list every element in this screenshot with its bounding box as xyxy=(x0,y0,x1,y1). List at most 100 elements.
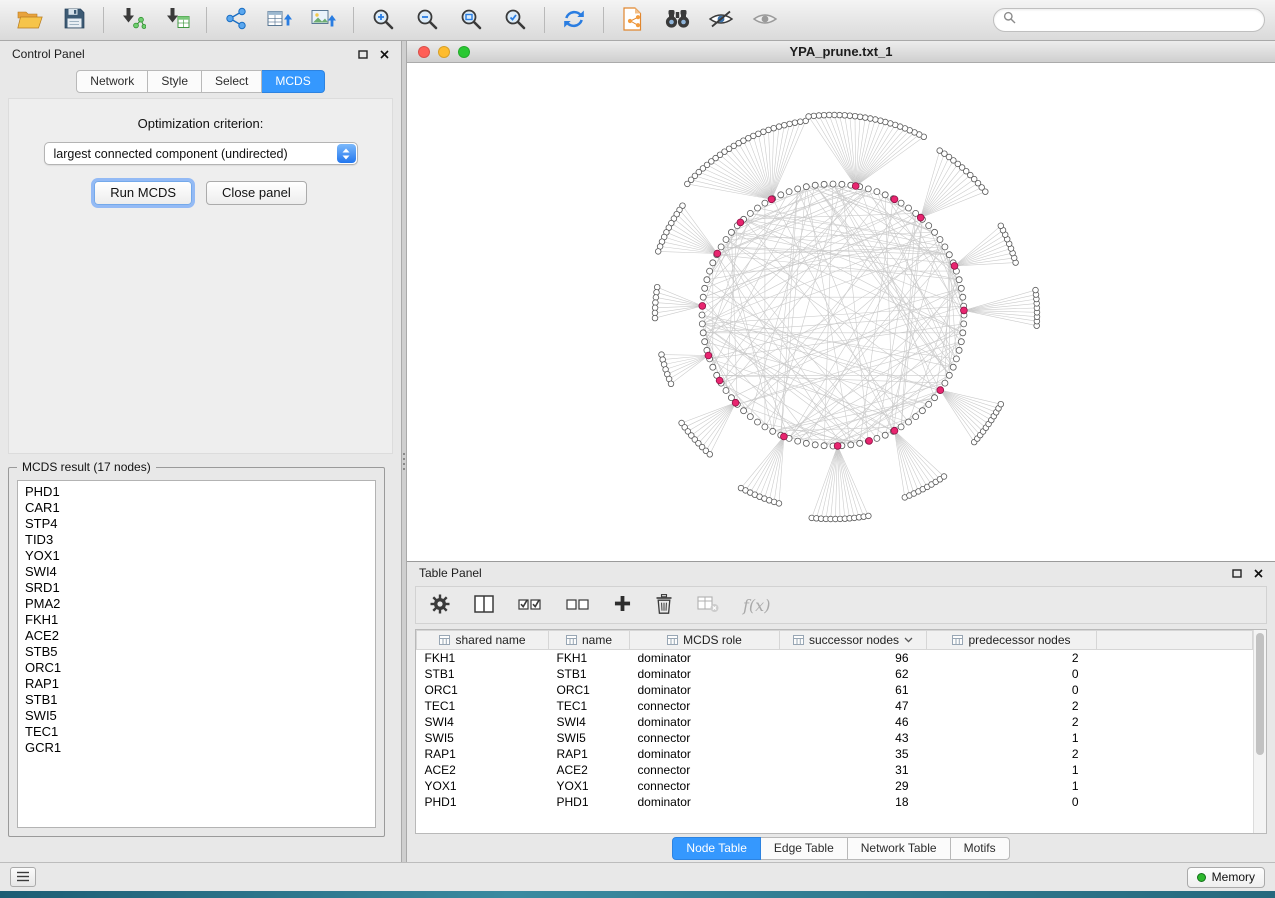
cell-shared-name[interactable]: SWI4 xyxy=(417,714,549,730)
delete-column-button[interactable] xyxy=(655,594,673,617)
cell-mcds-role[interactable]: dominator xyxy=(630,666,780,682)
cell-name[interactable]: YOX1 xyxy=(549,778,630,794)
table-settings-button[interactable] xyxy=(430,594,450,617)
dominator-node[interactable] xyxy=(951,263,958,270)
cell-predecessor-nodes[interactable]: 2 xyxy=(927,746,1097,762)
cell-mcds-role[interactable]: connector xyxy=(630,730,780,746)
cell-name[interactable]: STB1 xyxy=(549,666,630,682)
cell-name[interactable]: SWI4 xyxy=(549,714,630,730)
tab-style[interactable]: Style xyxy=(148,70,202,93)
mcds-result-item[interactable]: PMA2 xyxy=(25,596,368,612)
table-row[interactable]: FKH1FKH1dominator962 xyxy=(417,650,1253,666)
cell-successor-nodes[interactable]: 31 xyxy=(780,762,927,778)
cell-predecessor-nodes[interactable]: 1 xyxy=(927,778,1097,794)
cell-predecessor-nodes[interactable]: 1 xyxy=(927,730,1097,746)
mcds-result-item[interactable]: STP4 xyxy=(25,516,368,532)
cell-successor-nodes[interactable]: 47 xyxy=(780,698,927,714)
mcds-result-item[interactable]: ORC1 xyxy=(25,660,368,676)
cell-successor-nodes[interactable]: 29 xyxy=(780,778,927,794)
column-header-name[interactable]: name xyxy=(549,631,630,650)
cell-mcds-role[interactable]: connector xyxy=(630,778,780,794)
column-header-predecessor-nodes[interactable]: predecessor nodes xyxy=(927,631,1097,650)
cell-shared-name[interactable]: STB1 xyxy=(417,666,549,682)
dominator-node[interactable] xyxy=(781,433,788,440)
cell-predecessor-nodes[interactable]: 2 xyxy=(927,650,1097,666)
mcds-result-item[interactable]: SRD1 xyxy=(25,580,368,596)
cell-successor-nodes[interactable]: 62 xyxy=(780,666,927,682)
status-menu-button[interactable] xyxy=(10,867,36,887)
import-table-button[interactable] xyxy=(157,4,197,37)
mcds-result-item[interactable]: RAP1 xyxy=(25,676,368,692)
tab-edge-table[interactable]: Edge Table xyxy=(761,837,848,860)
find-button[interactable] xyxy=(657,4,697,37)
cell-successor-nodes[interactable]: 61 xyxy=(780,682,927,698)
network-canvas[interactable] xyxy=(407,63,1275,561)
cell-mcds-role[interactable]: dominator xyxy=(630,650,780,666)
mcds-result-item[interactable]: FKH1 xyxy=(25,612,368,628)
select-all-button[interactable] xyxy=(518,595,542,616)
cell-predecessor-nodes[interactable]: 0 xyxy=(927,794,1097,810)
table-row[interactable]: YOX1YOX1connector291 xyxy=(417,778,1253,794)
tab-select[interactable]: Select xyxy=(202,70,262,93)
table-row[interactable]: RAP1RAP1dominator352 xyxy=(417,746,1253,762)
apply-layout-button[interactable] xyxy=(554,4,594,37)
cell-predecessor-nodes[interactable]: 0 xyxy=(927,682,1097,698)
show-all-button[interactable] xyxy=(745,4,785,37)
deselect-all-button[interactable] xyxy=(566,595,590,616)
close-window-button[interactable] xyxy=(418,46,430,58)
cell-shared-name[interactable]: YOX1 xyxy=(417,778,549,794)
dominator-node[interactable] xyxy=(917,214,924,221)
mcds-result-item[interactable]: STB5 xyxy=(25,644,368,660)
export-network-button[interactable] xyxy=(216,4,256,37)
dominator-node[interactable] xyxy=(705,352,712,359)
cell-successor-nodes[interactable]: 43 xyxy=(780,730,927,746)
close-panel-button[interactable] xyxy=(380,50,389,59)
cell-successor-nodes[interactable]: 46 xyxy=(780,714,927,730)
cell-successor-nodes[interactable]: 35 xyxy=(780,746,927,762)
zoom-out-button[interactable] xyxy=(407,4,447,37)
cell-name[interactable]: RAP1 xyxy=(549,746,630,762)
dominator-node[interactable] xyxy=(737,219,744,226)
hide-selected-button[interactable] xyxy=(701,4,741,37)
mcds-result-item[interactable]: PHD1 xyxy=(25,484,368,500)
mcds-result-item[interactable]: ACE2 xyxy=(25,628,368,644)
float-table-panel-button[interactable] xyxy=(1232,569,1242,578)
network-from-selection-button[interactable] xyxy=(613,4,653,37)
table-row[interactable]: ORC1ORC1dominator610 xyxy=(417,682,1253,698)
dominator-node[interactable] xyxy=(937,387,944,394)
memory-button[interactable]: Memory xyxy=(1187,867,1265,888)
cell-name[interactable]: ORC1 xyxy=(549,682,630,698)
add-column-button[interactable] xyxy=(614,595,631,615)
mcds-result-item[interactable]: TEC1 xyxy=(25,724,368,740)
tab-network-table[interactable]: Network Table xyxy=(848,837,951,860)
zoom-fit-button[interactable] xyxy=(451,4,491,37)
mcds-result-item[interactable]: YOX1 xyxy=(25,548,368,564)
column-header-successor-nodes[interactable]: successor nodes xyxy=(780,631,927,650)
dominator-node[interactable] xyxy=(866,438,873,445)
cell-successor-nodes[interactable]: 96 xyxy=(780,650,927,666)
save-session-button[interactable] xyxy=(54,4,94,37)
cell-predecessor-nodes[interactable]: 2 xyxy=(927,714,1097,730)
mcds-result-item[interactable]: STB1 xyxy=(25,692,368,708)
float-panel-button[interactable] xyxy=(358,50,368,59)
import-network-button[interactable] xyxy=(113,4,153,37)
tab-network[interactable]: Network xyxy=(76,70,148,93)
column-header-MCDS-role[interactable]: MCDS role xyxy=(630,631,780,650)
dominator-node[interactable] xyxy=(716,377,723,384)
minimize-window-button[interactable] xyxy=(438,46,450,58)
table-row[interactable]: ACE2ACE2connector311 xyxy=(417,762,1253,778)
cell-mcds-role[interactable]: dominator xyxy=(630,794,780,810)
close-table-panel-button[interactable] xyxy=(1254,569,1263,578)
tab-node-table[interactable]: Node Table xyxy=(672,837,761,860)
cell-shared-name[interactable]: RAP1 xyxy=(417,746,549,762)
cell-shared-name[interactable]: ACE2 xyxy=(417,762,549,778)
tab-motifs[interactable]: Motifs xyxy=(951,837,1010,860)
cell-mcds-role[interactable]: dominator xyxy=(630,714,780,730)
cell-successor-nodes[interactable]: 18 xyxy=(780,794,927,810)
mcds-result-item[interactable]: SWI4 xyxy=(25,564,368,580)
dominator-node[interactable] xyxy=(732,399,739,406)
mcds-result-item[interactable]: GCR1 xyxy=(25,740,368,756)
zoom-window-button[interactable] xyxy=(458,46,470,58)
run-mcds-button[interactable]: Run MCDS xyxy=(94,181,192,205)
dominator-node[interactable] xyxy=(699,303,706,310)
